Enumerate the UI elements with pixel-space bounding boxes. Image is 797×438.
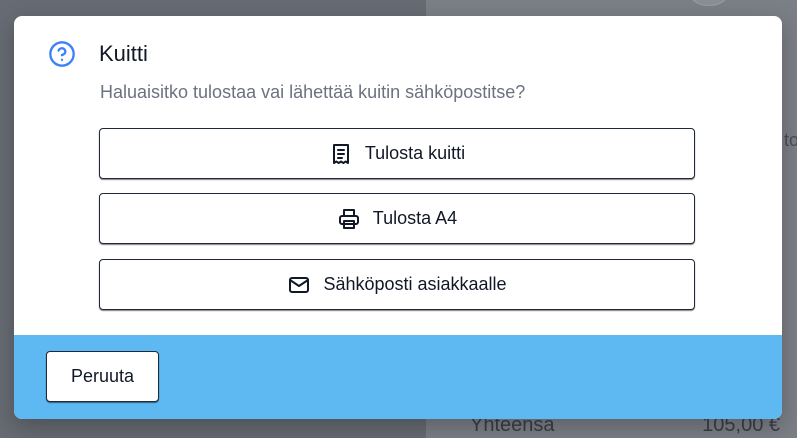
print-a4-button[interactable]: Tulosta A4: [99, 193, 695, 244]
dialog-header: Kuitti: [48, 40, 148, 68]
receipt-icon: [329, 142, 353, 166]
background-partial-text: to: [784, 130, 797, 150]
print-receipt-label: Tulosta kuitti: [364, 143, 466, 163]
dialog-title: Kuitti: [99, 41, 148, 66]
mail-icon: [287, 273, 311, 297]
email-customer-label: Sähköposti asiakkaalle: [323, 274, 507, 294]
print-a4-label: Tulosta A4: [372, 208, 458, 228]
dialog-subtitle: Haluaisitko tulostaa vai lähettää kuitin…: [100, 82, 526, 102]
email-customer-button[interactable]: Sähköposti asiakkaalle: [99, 259, 695, 310]
printer-icon: [337, 207, 361, 231]
cancel-button[interactable]: Peruuta: [46, 351, 159, 402]
print-receipt-button[interactable]: Tulosta kuitti: [99, 128, 695, 179]
help-circle-icon: [48, 40, 76, 68]
dialog-footer: Peruuta: [14, 335, 782, 419]
receipt-dialog: Kuitti Haluaisitko tulostaa vai lähettää…: [14, 16, 782, 419]
